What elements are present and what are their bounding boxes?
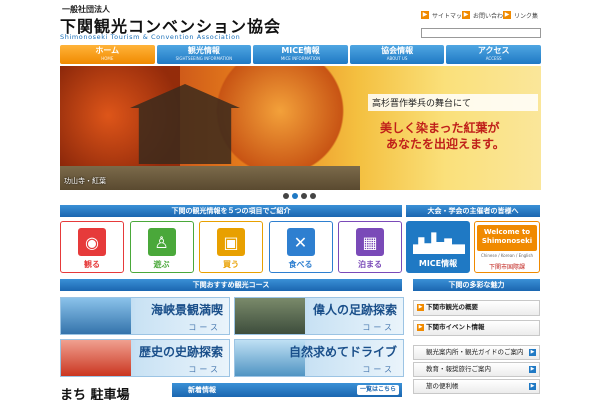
hero-slideshow[interactable]: 功山寺・紅葉 高杉晋作挙兵の舞台にて 美しく染まった紅葉が あなたを出迎えます。 bbox=[60, 66, 541, 190]
arrow-right-icon: ▶ bbox=[529, 349, 536, 356]
sidebar-link-education-travel[interactable]: 教育・報奨旅行ご案内 ▶ bbox=[413, 362, 540, 377]
main-nav: ホーム HOME 観光情報 SIGHTSEEING INFORMATION MI… bbox=[60, 45, 541, 64]
arrow-right-icon: ▶ bbox=[421, 11, 429, 19]
sidebar-link-overview[interactable]: ▶ 下関市観光の概要 bbox=[413, 300, 540, 316]
news-list-button[interactable]: 一覧はこちら bbox=[356, 385, 399, 395]
arrow-right-icon: ▶ bbox=[462, 11, 470, 19]
arrow-right-icon: ▶ bbox=[417, 324, 424, 331]
course-banner-drive[interactable]: 自然求めてドライブ コース bbox=[234, 339, 404, 377]
sidebar-link-guide[interactable]: 観光案内所・観光ガイドのご案内 ▶ bbox=[413, 345, 540, 360]
nav-sightseeing[interactable]: 観光情報 SIGHTSEEING INFORMATION bbox=[156, 45, 252, 64]
category-tiles: ◉ 観る ♙ 遊ぶ ▣ 買う ✕ 食べる ▦ 泊まる bbox=[60, 221, 402, 273]
news-heading: 新着情報 一覧はこちら bbox=[172, 383, 402, 397]
nav-mice[interactable]: MICE情報 MICE INFORMATION bbox=[253, 45, 348, 64]
welcome-shimonoseki-tile[interactable]: Welcome to Shimonoseki Chinese / Korean … bbox=[474, 221, 540, 273]
welcome-label: 下関市国際課 bbox=[488, 264, 525, 271]
courses-heading: 下関おすすめ観光コース bbox=[60, 279, 402, 291]
slide-dot-active[interactable] bbox=[292, 193, 298, 199]
search-input[interactable] bbox=[421, 28, 541, 38]
utility-link-links[interactable]: ▶ リンク集 bbox=[503, 10, 538, 20]
hero-tagline: 高杉晋作挙兵の舞台にて bbox=[368, 94, 538, 111]
sidebar-link-events[interactable]: ▶ 下関市イベント情報 bbox=[413, 320, 540, 336]
slide-dot[interactable] bbox=[310, 193, 316, 199]
course-banner-strait[interactable]: 海峡景観満喫 コース bbox=[60, 297, 230, 335]
category-tile-stay[interactable]: ▦ 泊まる bbox=[338, 221, 402, 273]
category-tile-play[interactable]: ♙ 遊ぶ bbox=[129, 221, 194, 273]
course-image-bridge bbox=[61, 298, 131, 334]
course-banner-greats[interactable]: 偉人の足跡探索 コース bbox=[234, 297, 404, 335]
charm-heading: 下関の多彩な魅力 bbox=[413, 279, 540, 291]
organizers-heading[interactable]: 大会・学会の主催者の皆様へ bbox=[406, 205, 540, 217]
arrow-right-icon: ▶ bbox=[503, 11, 511, 19]
nav-access[interactable]: アクセス ACCESS bbox=[446, 45, 541, 64]
category-tile-eat[interactable]: ✕ 食べる bbox=[268, 221, 333, 273]
cutlery-icon: ✕ bbox=[286, 228, 315, 256]
site-logo-english: Shimonoseki Tourism & Convention Associa… bbox=[60, 33, 241, 41]
hero-caption: 功山寺・紅葉 bbox=[64, 177, 106, 185]
sidebar-link-travel-handbook[interactable]: 旅の便利帳 ▶ bbox=[413, 379, 540, 394]
category-tile-see[interactable]: ◉ 観る bbox=[60, 221, 124, 273]
course-image-shrine bbox=[61, 340, 131, 376]
course-image-statue bbox=[235, 298, 305, 334]
welcome-banner: Welcome to Shimonoseki bbox=[477, 225, 537, 251]
categories-heading: 下関の観光情報を５つの項目でご紹介 bbox=[60, 205, 402, 217]
slide-indicators bbox=[283, 193, 319, 199]
utility-link-sitemap[interactable]: ▶ サイトマップ bbox=[421, 10, 468, 20]
site-header: 一般社団法人 下関観光コンベンション協会 Shimonoseki Tourism… bbox=[0, 0, 600, 44]
camera-icon: ◉ bbox=[78, 228, 106, 256]
slide-dot[interactable] bbox=[283, 193, 289, 199]
arrow-right-icon: ▶ bbox=[529, 383, 536, 390]
hero-headline: 美しく染まった紅葉が あなたを出迎えます。 bbox=[380, 121, 505, 151]
gift-icon: ▣ bbox=[217, 228, 245, 256]
mice-info-tile[interactable]: MICE情報 bbox=[406, 221, 470, 273]
category-tile-shop[interactable]: ▣ 買う bbox=[199, 221, 263, 273]
utility-link-contact[interactable]: ▶ お問い合わせ bbox=[462, 10, 509, 20]
nav-home[interactable]: ホーム HOME bbox=[60, 45, 155, 64]
slide-dot[interactable] bbox=[301, 193, 307, 199]
nav-about[interactable]: 協会情報 ABOUT US bbox=[349, 45, 445, 64]
arrow-right-icon: ▶ bbox=[417, 304, 424, 311]
people-icon: ♙ bbox=[147, 228, 176, 256]
hotel-icon: ▦ bbox=[356, 228, 384, 256]
welcome-languages: Chinese / Korean / English bbox=[480, 253, 534, 258]
arrow-right-icon: ▶ bbox=[529, 366, 536, 373]
parking-banner[interactable]: まち 駐車場 bbox=[60, 384, 170, 400]
course-banner-history[interactable]: 歴史の史跡探索 コース bbox=[60, 339, 230, 377]
city-skyline-icon bbox=[413, 232, 465, 254]
